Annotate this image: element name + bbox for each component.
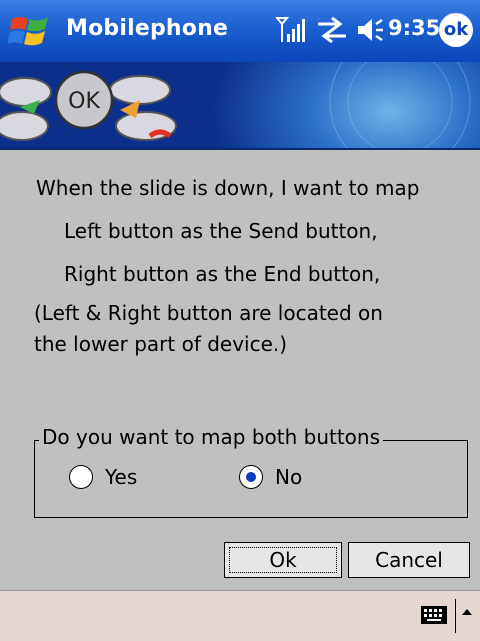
- radio-selected-dot: [246, 472, 256, 482]
- title-ok-button[interactable]: ok: [439, 13, 473, 47]
- keyboard-icon[interactable]: [420, 603, 448, 627]
- radio-no-label[interactable]: No: [275, 465, 302, 489]
- map-buttons-group: Do you want to map both buttons Yes No: [34, 425, 468, 518]
- instruction-line-2: Left button as the Send button,: [64, 219, 378, 243]
- instruction-line-5: the lower part of device.): [34, 332, 288, 356]
- instruction-line-3: Right button as the End button,: [64, 262, 381, 286]
- focus-rectangle: [229, 547, 337, 573]
- dialog-content: When the slide is down, I want to map Le…: [0, 150, 480, 590]
- radio-no-circle[interactable]: [239, 465, 263, 489]
- windows-start-icon[interactable]: [8, 11, 52, 51]
- radio-yes-circle[interactable]: [69, 465, 93, 489]
- data-sync-icon[interactable]: [316, 16, 348, 44]
- instruction-line-4: (Left & Right button are located on: [34, 301, 383, 325]
- svg-text:OK: OK: [68, 89, 100, 114]
- cancel-button[interactable]: Cancel: [348, 542, 470, 578]
- title-bar: Mobilephone 9:35 ok: [0, 0, 480, 62]
- signal-strength-icon[interactable]: [276, 14, 306, 44]
- radio-no[interactable]: No: [239, 463, 302, 491]
- ok-button[interactable]: Ok: [224, 542, 342, 578]
- volume-icon[interactable]: [356, 15, 384, 45]
- menu-separator: [455, 599, 456, 633]
- input-menu-arrow-icon[interactable]: [462, 609, 472, 615]
- radio-yes-label[interactable]: Yes: [105, 465, 137, 489]
- group-legend: Do you want to map both buttons: [39, 425, 384, 449]
- banner-image: OK: [0, 62, 480, 150]
- radio-yes[interactable]: Yes: [69, 463, 137, 491]
- instruction-line-1: When the slide is down, I want to map: [36, 176, 420, 200]
- app-title: Mobilephone: [66, 16, 229, 41]
- menu-bar: [0, 590, 480, 641]
- clock[interactable]: 9:35: [388, 16, 440, 40]
- cancel-button-label[interactable]: Cancel: [375, 548, 443, 572]
